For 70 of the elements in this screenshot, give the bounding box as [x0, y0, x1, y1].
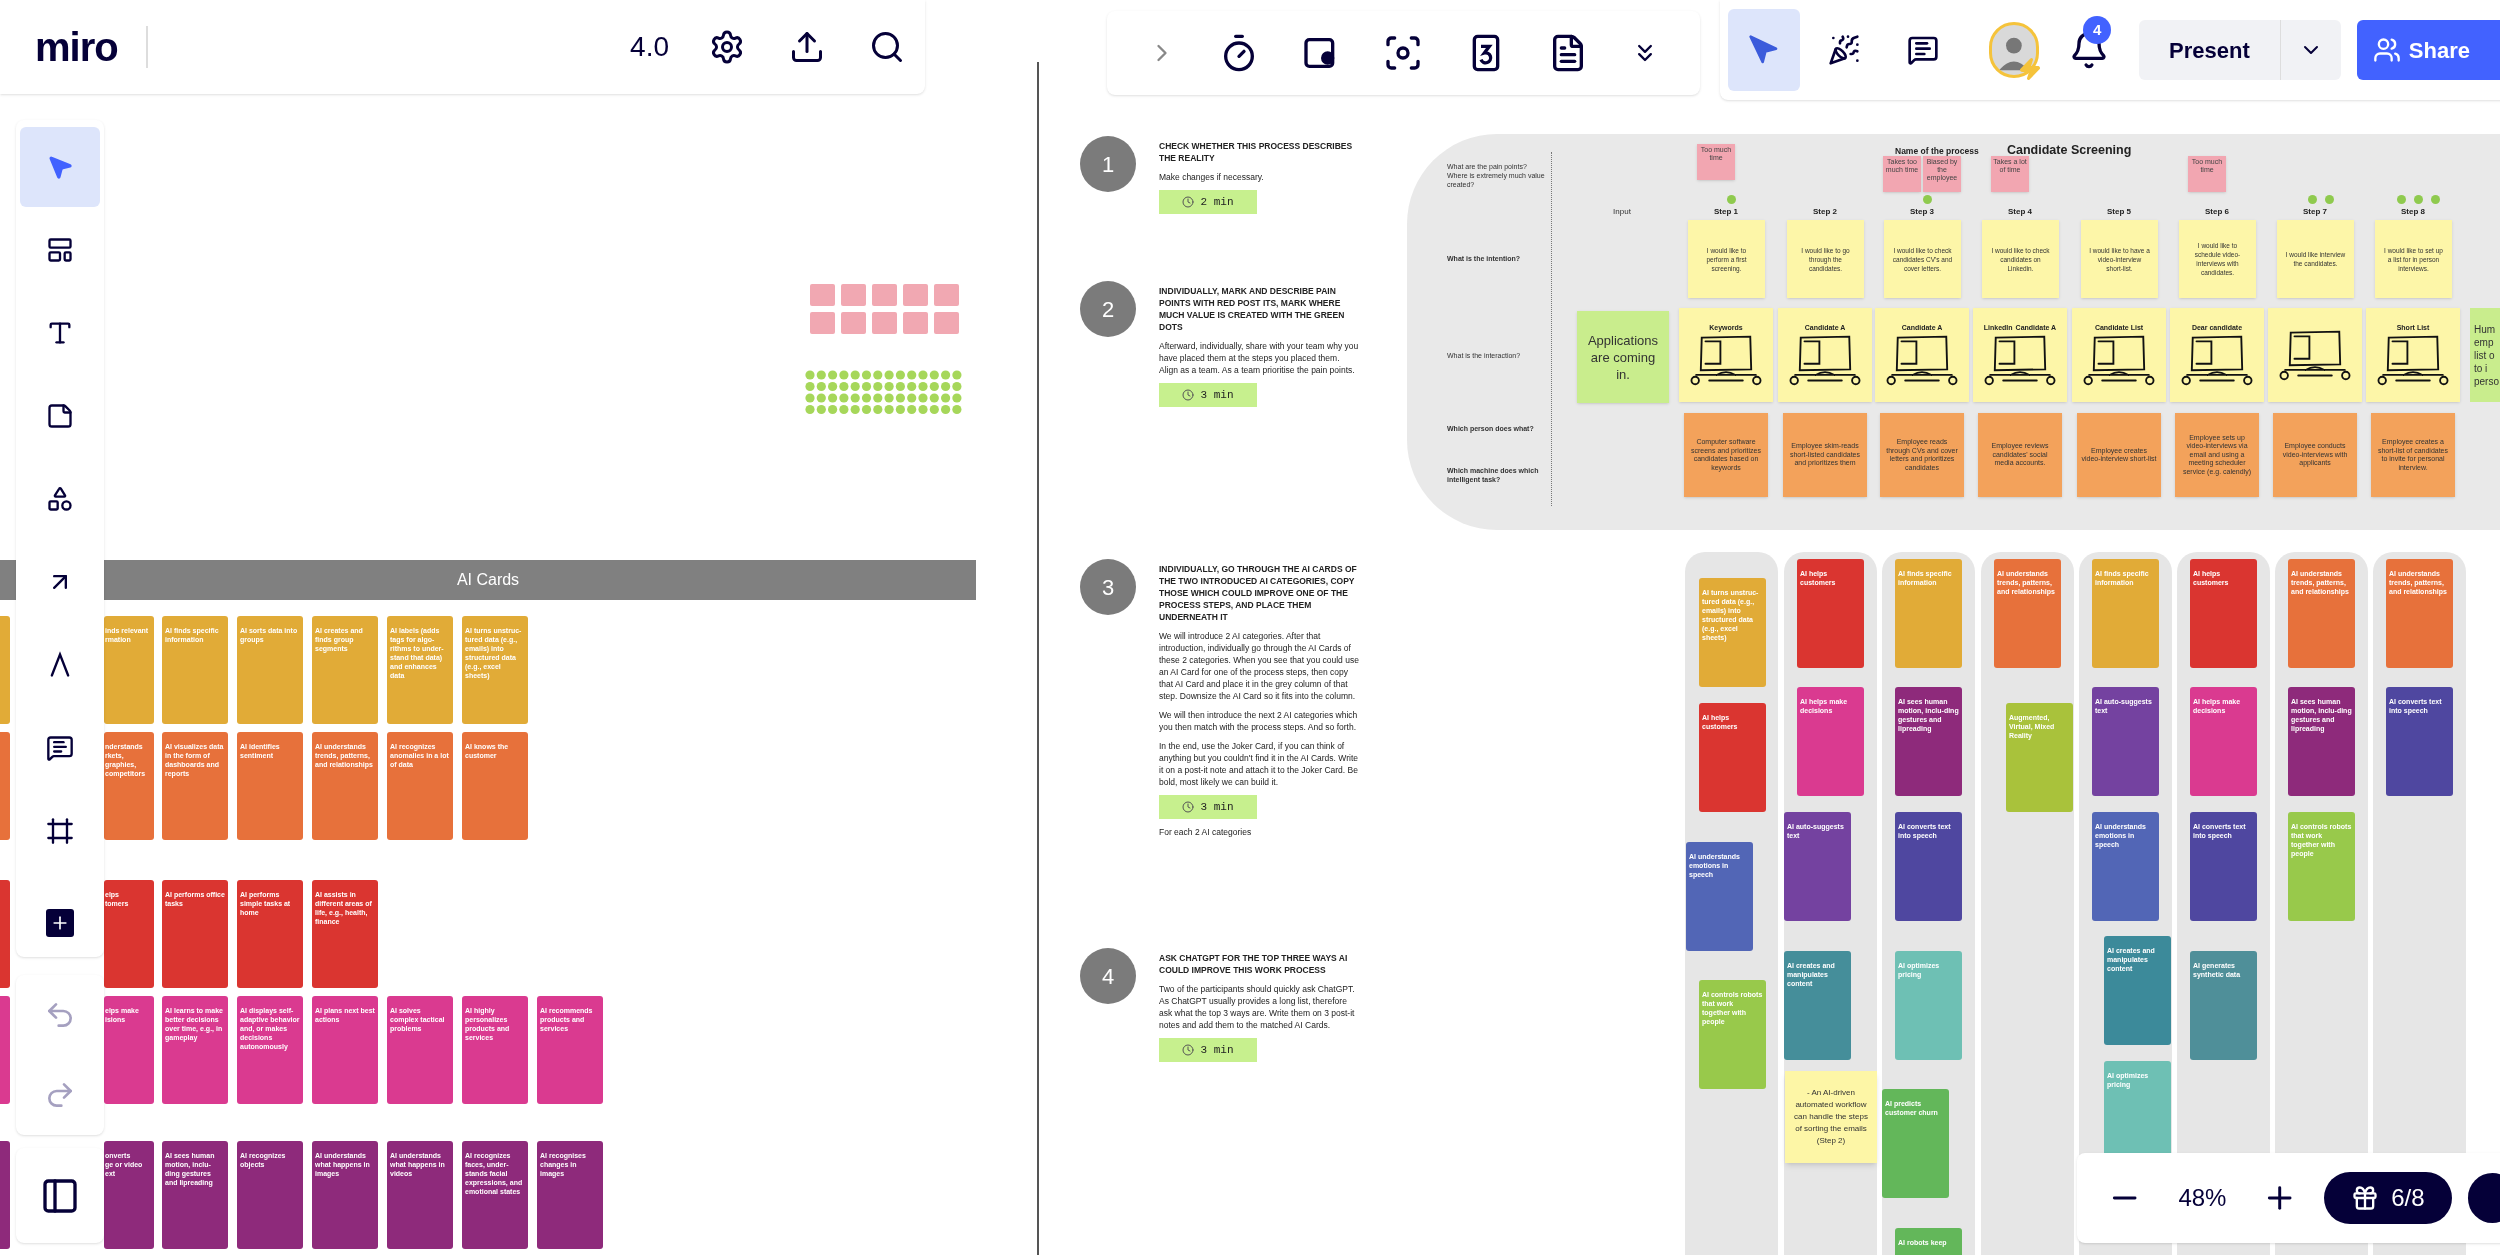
step-number: 3 — [1080, 559, 1136, 615]
step-heading: CHECK WHETHER THIS PROCESS DESCRIBES THE REALITY — [1159, 140, 1354, 164]
layout-icon — [46, 236, 74, 264]
step-label: Step 6 — [2204, 206, 2230, 218]
sticky-note-icon — [46, 402, 74, 430]
step-description: We will introduce 2 AI categories. After that introduction, individually go through the AI Cards of these 2 categories. When you see that you could use an AI Card for one of the process steps, then copy that AI Card and place it in the grey column of that step. Downsize the AI Card so it fits into the column. — [1159, 630, 1359, 702]
step-label: Step 2 — [1812, 206, 1838, 218]
step-number: 4 — [1080, 948, 1136, 1004]
clock-icon — [1182, 389, 1195, 401]
sticky-note — [903, 312, 928, 334]
add-icon — [46, 909, 74, 937]
sticky-note — [934, 312, 959, 334]
step-label: Step 7 — [2302, 206, 2328, 218]
comment-icon — [46, 734, 74, 762]
share-button[interactable]: Share — [2356, 20, 2500, 80]
party-popper-icon — [1827, 34, 1860, 66]
upload-icon[interactable] — [789, 29, 825, 65]
timer-badge: 3 min — [1159, 383, 1257, 407]
comment-icon — [1907, 34, 1940, 66]
step-number: 2 — [1080, 281, 1136, 337]
lightning-icon — [2018, 57, 2043, 81]
step-description: Make changes if necessary. — [1159, 171, 1265, 183]
sticky-note — [841, 284, 866, 306]
step-heading: ASK CHATGPT FOR THE TOP THREE WAYS AI COULD IMPROVE THIS WORK PROCESS — [1159, 952, 1349, 976]
sticky-note — [810, 284, 835, 306]
cursor-icon — [1747, 34, 1780, 66]
sticky-note — [841, 312, 866, 334]
step-label: Step 1 — [1713, 206, 1739, 218]
step-description: In the end, use the Joker Card, if you can think of anything but you couldn't find it in the AI Cards. Write it on a post-it note and attach it to the Joker Card. Be bold, most likely we can build it. — [1159, 740, 1359, 788]
clock-icon — [1182, 801, 1195, 813]
frame-icon — [46, 817, 74, 845]
process-name-label: Name of the process — [1895, 145, 1979, 158]
gift-icon — [2351, 1184, 2380, 1212]
logo[interactable]: miro — [35, 17, 118, 77]
step-note: For each 2 AI categories — [1159, 826, 1253, 838]
step-label: Step 3 — [1909, 206, 1935, 218]
search-icon[interactable] — [869, 29, 905, 65]
sticky-note: Hum emp list o to i perso — [2470, 308, 2500, 402]
timer-badge: 3 min — [1159, 1038, 1257, 1062]
sticky-note — [903, 284, 928, 306]
sticky-note — [810, 312, 835, 334]
sticky-note: - An AI-driven automated workflow can handle the steps of sorting the emails (Step 2) — [1785, 1071, 1877, 1163]
settings-icon[interactable] — [709, 29, 745, 65]
step-label: Step 8 — [2400, 206, 2426, 218]
step-number: 1 — [1080, 136, 1136, 192]
input-label: Input — [1612, 206, 1632, 218]
step-heading: INDIVIDUALLY, MARK AND DESCRIBE PAIN POINTS WITH RED POST ITS, MARK WHERE MUCH VALUE IS CREATED WITH THE GREEN DOTS — [1159, 285, 1346, 333]
shapes-icon — [46, 485, 74, 513]
step-label: Step 5 — [2106, 206, 2132, 218]
clock-icon — [1182, 1044, 1195, 1056]
step-description: Two of the participants should quickly ask ChatGPT. As ChatGPT usually provides a long list, therefore ask what the top 3 ways are. Write them on 3 post-it notes and add them to the matched AI Cards. — [1159, 983, 1356, 1031]
notification-badge: 4 — [2083, 16, 2112, 44]
process-title: Candidate Screening — [2007, 142, 2132, 159]
progress-button[interactable]: 6/8 — [2323, 1172, 2452, 1224]
step-label: Step 4 — [2007, 206, 2033, 218]
version-label: 4.0 — [630, 30, 669, 64]
sticky-note: Applications are coming in. — [1577, 311, 1669, 403]
sticky-note — [934, 284, 959, 306]
section-header: AI Cards — [0, 560, 976, 600]
sticky-note — [872, 284, 897, 306]
step-heading: INDIVIDUALLY, GO THROUGH THE AI CARDS OF THE TWO INTRODUCED AI CATEGORIES, COPY THOSE WHICH COULD IMPROVE ONE OF THE PROCESS STEPS, AND PLACE THEM UNDERNEATH IT — [1159, 563, 1358, 623]
step-description: Afterward, individually, share with your team why you have placed them at the steps you placed them. Align as a team. As a team prioritise the pain points. — [1159, 340, 1359, 376]
avatar[interactable] — [1989, 22, 2040, 78]
step-description: We will then introduce the next 2 AI categories which you then match with the process steps. And so forth. — [1159, 709, 1359, 733]
timer-badge: 2 min — [1159, 190, 1257, 214]
zoom-level: 48% — [2178, 1183, 2227, 1213]
timer-badge: 3 min — [1159, 795, 1257, 819]
clock-icon — [1182, 196, 1195, 208]
sticky-note — [872, 312, 897, 334]
users-icon — [2372, 36, 2401, 64]
